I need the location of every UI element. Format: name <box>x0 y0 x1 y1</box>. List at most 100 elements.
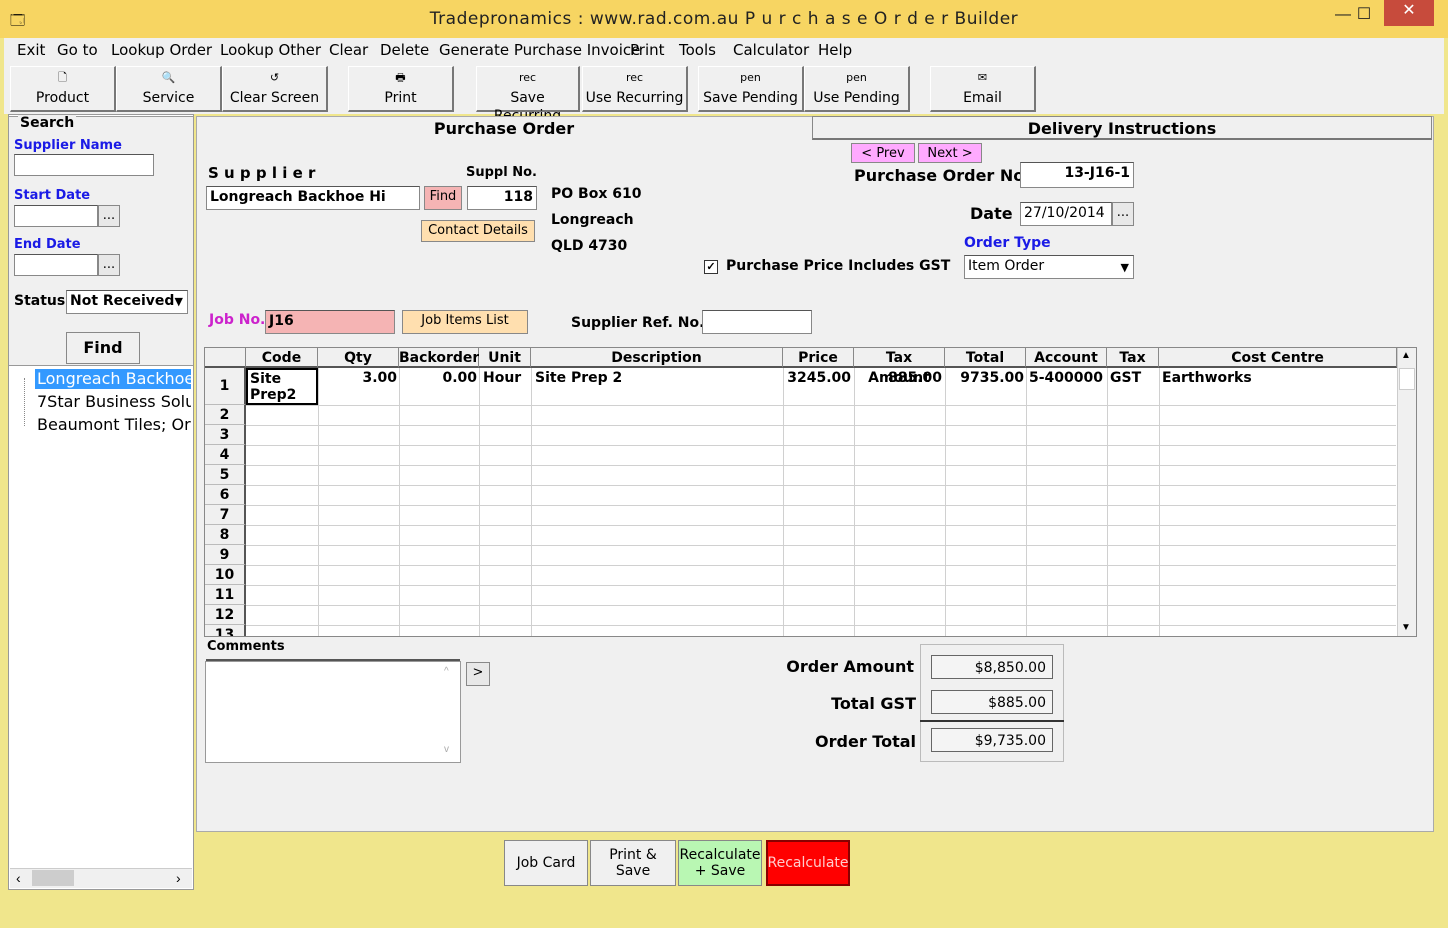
find-button[interactable]: Find <box>66 332 140 364</box>
prev-button[interactable]: < Prev <box>851 143 915 163</box>
menu-clear[interactable]: Clear <box>329 41 368 59</box>
print-button[interactable]: 🖶 Print <box>348 66 454 112</box>
cell-description[interactable]: Site Prep 2 <box>535 370 783 386</box>
row-number[interactable]: 5 <box>205 465 246 485</box>
use-recurring-button[interactable]: rec Use Recurring <box>582 66 688 112</box>
order-type-select[interactable]: Item Order ▼ <box>964 255 1134 279</box>
cell-backorder[interactable]: 0.00 <box>400 370 477 386</box>
next-button[interactable]: Next > <box>918 143 982 163</box>
supplier-input[interactable]: Longreach Backhoe Hi <box>206 186 420 210</box>
row-number[interactable]: 13 <box>205 625 246 636</box>
vertical-scrollbar[interactable] <box>1397 348 1416 636</box>
tab-purchase-order[interactable]: Purchase Order <box>198 116 810 142</box>
menu-goto[interactable]: Go to <box>57 41 98 59</box>
order-total-label: Order Total <box>815 732 916 751</box>
scroll-thumb[interactable] <box>32 870 74 886</box>
col-cost-centre[interactable]: Cost Centre <box>1159 348 1397 368</box>
email-button[interactable]: ✉ Email <box>930 66 1036 112</box>
cell-total[interactable]: 9735.00 <box>946 370 1024 386</box>
start-date-input[interactable] <box>14 205 98 227</box>
menu-exit[interactable]: Exit <box>17 41 45 59</box>
cell-account[interactable]: 5-400000 <box>1029 370 1107 386</box>
contact-details-button[interactable]: Contact Details <box>421 220 535 242</box>
result-item[interactable]: 7Star Business Solu <box>35 392 191 412</box>
comments-expand-button[interactable]: > <box>466 662 490 686</box>
close-button[interactable]: ✕ <box>1384 0 1434 26</box>
cell-price[interactable]: 3245.00 <box>784 370 851 386</box>
product-button[interactable]: 🗋 Product <box>10 66 116 112</box>
menu-delete[interactable]: Delete <box>380 41 429 59</box>
row-number[interactable]: 2 <box>205 405 246 425</box>
job-no-input[interactable]: J16 <box>265 310 395 334</box>
cell-code[interactable]: Site Prep2 <box>246 368 318 405</box>
job-card-button[interactable]: Job Card <box>504 840 588 886</box>
supplier-ref-input[interactable] <box>702 310 812 334</box>
recalculate-button[interactable]: Recalculate <box>766 840 850 886</box>
row-number[interactable]: 3 <box>205 425 246 445</box>
items-grid[interactable]: Code Qty Backorder Unit Description Pric… <box>204 347 1417 637</box>
cell-tax[interactable]: GST <box>1110 370 1158 386</box>
row-number[interactable]: 4 <box>205 445 246 465</box>
cell-qty[interactable]: 3.00 <box>319 370 397 386</box>
menu-help[interactable]: Help <box>818 41 852 59</box>
save-recurring-button[interactable]: recSave Recurring <box>476 66 580 124</box>
suppl-no-input[interactable]: 118 <box>467 186 537 210</box>
tab-delivery[interactable]: Delivery Instructions <box>812 116 1432 140</box>
menu-lookup-order[interactable]: Lookup Order <box>111 41 212 59</box>
end-date-input[interactable] <box>14 254 98 276</box>
job-items-list-button[interactable]: Job Items List <box>402 310 528 334</box>
row-number[interactable]: 11 <box>205 585 246 605</box>
date-picker[interactable]: ... <box>1112 202 1134 226</box>
col-tax-amount[interactable]: Tax Amount <box>854 348 945 386</box>
scroll-left-icon[interactable]: ‹ <box>16 870 21 886</box>
row-number[interactable]: 6 <box>205 485 246 505</box>
maximize-button[interactable]: ☐ <box>1344 4 1384 28</box>
result-item[interactable]: Beaumont Tiles; Or <box>35 415 191 435</box>
date-input[interactable]: 27/10/2014 <box>1020 202 1112 226</box>
use-pending-button[interactable]: pen Use Pending <box>804 66 910 112</box>
start-date-picker[interactable]: ... <box>98 205 120 227</box>
menu-generate-invoice[interactable]: Generate Purchase Invoice <box>439 41 640 59</box>
scroll-right-icon[interactable]: › <box>176 870 181 886</box>
end-date-picker[interactable]: ... <box>98 254 120 276</box>
menu-lookup-other[interactable]: Lookup Other <box>220 41 321 59</box>
save-pending-button[interactable]: pen Save Pending <box>698 66 804 112</box>
cell-cost-centre[interactable]: Earthworks <box>1162 370 1392 386</box>
col-account[interactable]: Account <box>1026 348 1107 368</box>
row-number[interactable]: 10 <box>205 565 246 585</box>
col-backorder[interactable]: Backorder <box>399 348 479 368</box>
cell-unit[interactable]: Hour <box>483 370 531 386</box>
col-unit[interactable]: Unit <box>479 348 531 368</box>
cell-tax-amount[interactable]: 885.00 <box>855 370 942 386</box>
scroll-down-icon[interactable]: v <box>444 744 449 755</box>
supplier-name-input[interactable] <box>14 154 154 176</box>
service-button[interactable]: 🔍 Service <box>116 66 222 112</box>
clear-screen-button[interactable]: ↺ Clear Screen <box>222 66 328 112</box>
po-number-input[interactable]: 13-J16-1 <box>1020 162 1134 188</box>
print-save-button[interactable]: Print & Save <box>590 840 676 886</box>
col-price[interactable]: Price <box>783 348 854 368</box>
scroll-down-icon[interactable]: ▼ <box>1401 622 1411 633</box>
gst-checkbox[interactable]: ✓ <box>704 260 718 274</box>
menu-calculator[interactable]: Calculator <box>733 41 809 59</box>
row-number[interactable]: 8 <box>205 525 246 545</box>
menu-tools[interactable]: Tools <box>679 41 716 59</box>
scroll-thumb[interactable] <box>1399 368 1415 390</box>
scroll-up-icon[interactable]: ^ <box>444 666 449 677</box>
status-select[interactable]: Not Received ▼ <box>66 290 188 314</box>
result-item[interactable]: Longreach Backhoe <box>35 369 191 389</box>
row-number[interactable]: 7 <box>205 505 246 525</box>
col-description[interactable]: Description <box>531 348 783 368</box>
col-total[interactable]: Total <box>945 348 1026 368</box>
row-number[interactable]: 12 <box>205 605 246 625</box>
col-qty[interactable]: Qty <box>318 348 399 368</box>
menu-print[interactable]: Print <box>630 41 665 59</box>
row-number[interactable]: 1 <box>205 368 246 405</box>
supplier-find-button[interactable]: Find <box>424 186 462 210</box>
comments-textarea[interactable] <box>205 661 461 763</box>
row-number[interactable]: 9 <box>205 545 246 565</box>
col-code[interactable]: Code <box>246 348 318 368</box>
recalculate-save-button[interactable]: Recalculate + Save <box>678 840 762 886</box>
scroll-up-icon[interactable]: ▲ <box>1401 350 1411 361</box>
col-tax[interactable]: Tax <box>1107 348 1159 368</box>
